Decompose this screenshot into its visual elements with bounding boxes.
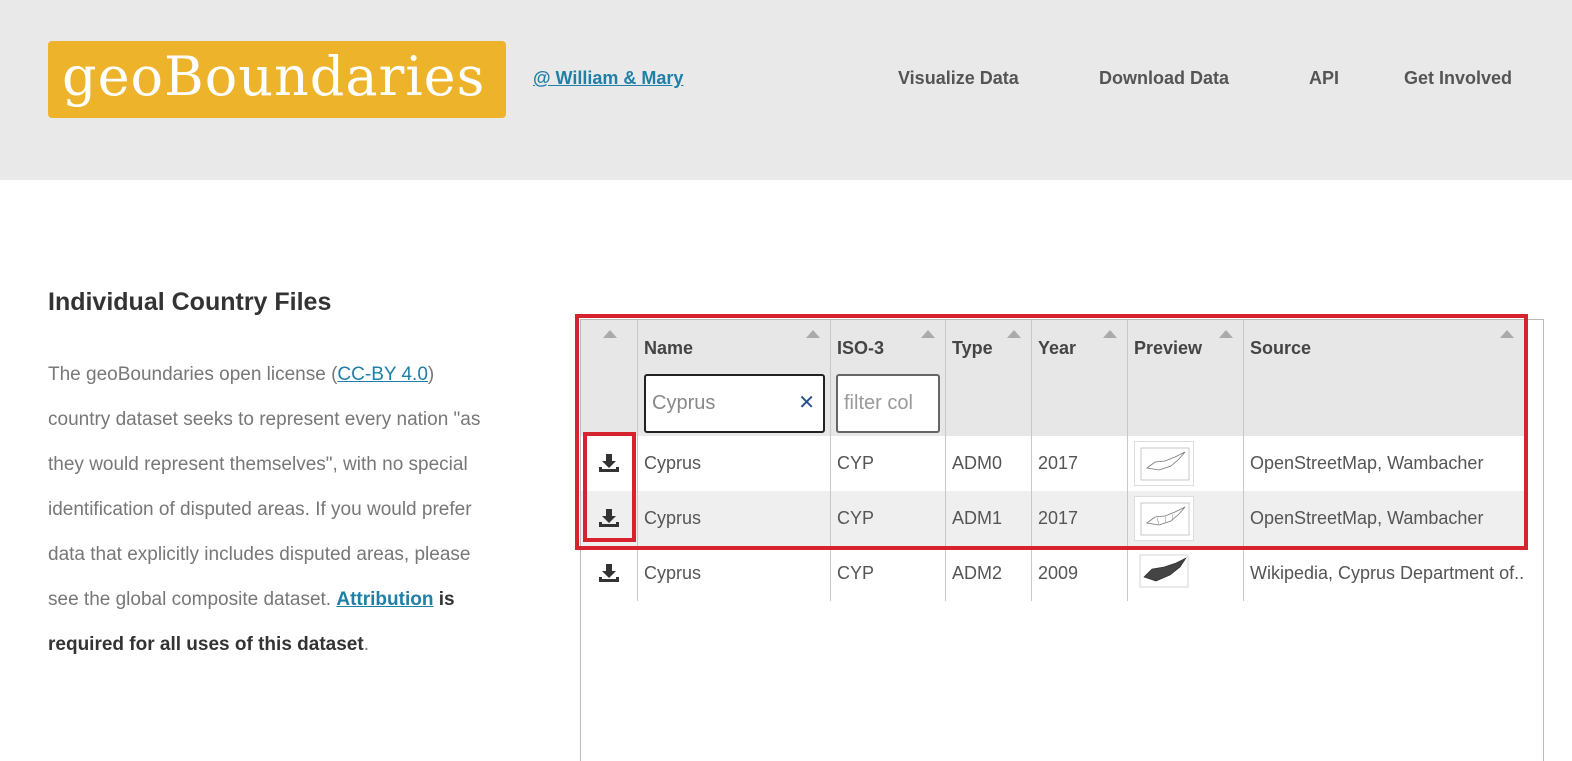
section-title: Individual Country Files	[48, 288, 332, 316]
license-link[interactable]: CC-BY 4.0	[337, 364, 427, 385]
nav-download-data[interactable]: Download Data	[1099, 68, 1229, 89]
cell-name: Cyprus	[638, 546, 831, 601]
logo-text: geoBoundaries	[62, 45, 486, 108]
cell-iso3: CYP	[831, 546, 946, 601]
nav-api[interactable]: API	[1309, 68, 1339, 89]
intro-text-2: ) country dataset seeks to represent eve…	[48, 364, 481, 610]
william-mary-link[interactable]: @ William & Mary	[533, 68, 683, 89]
site-logo[interactable]: geoBoundaries	[48, 41, 506, 118]
cell-year: 2009	[1032, 546, 1128, 601]
intro-text-end: .	[363, 634, 369, 655]
cell-source: Wikipedia, Cyprus Department of...	[1250, 563, 1525, 583]
intro-text-1: The geoBoundaries open license (	[48, 364, 338, 385]
highlight-box-table	[575, 314, 1528, 550]
download-icon[interactable]	[599, 564, 619, 582]
highlight-box-downloads	[583, 432, 636, 542]
attribution-link[interactable]: Attribution	[336, 589, 433, 610]
download-button[interactable]	[581, 546, 638, 601]
nav-get-involved[interactable]: Get Involved	[1404, 68, 1512, 89]
cell-type: ADM2	[946, 546, 1032, 601]
table-row: Cyprus CYP ADM2 2009 Wikipedia, Cyprus D…	[581, 546, 1525, 601]
nav-visualize-data[interactable]: Visualize Data	[898, 68, 1019, 89]
cell-preview	[1128, 546, 1244, 601]
site-header: geoBoundaries @ William & Mary Visualize…	[0, 0, 1572, 180]
intro-paragraph: The geoBoundaries open license (CC-BY 4.…	[48, 352, 488, 667]
preview-thumbnail[interactable]	[1134, 551, 1194, 596]
